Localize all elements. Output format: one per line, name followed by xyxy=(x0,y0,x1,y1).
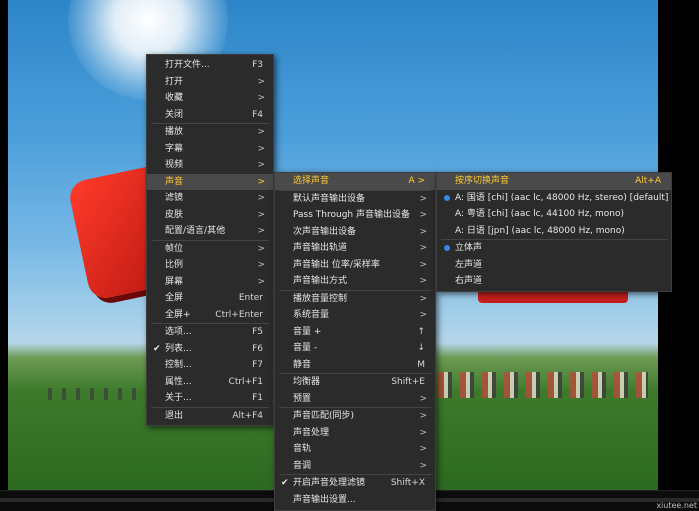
menu-item-output-mode[interactable]: 声音输出方式 > xyxy=(275,273,435,290)
menu-item-favorites[interactable]: 收藏 > xyxy=(147,90,273,107)
menu-item-playback[interactable]: 播放 > xyxy=(147,124,273,141)
menu-item-close[interactable]: 关闭 F4 xyxy=(147,107,273,124)
checkmark-icon: ✔ xyxy=(281,478,289,488)
riders-right xyxy=(438,372,648,398)
menu-item-left-channel[interactable]: 左声道 xyxy=(437,257,671,274)
menu-item-about[interactable]: 关于... F1 xyxy=(147,390,273,407)
menu-item-select-audio[interactable]: 选择声音 A > xyxy=(275,173,435,190)
menu-item-audio[interactable]: 声音 > xyxy=(147,173,273,190)
chevron-right-icon: > xyxy=(419,444,427,454)
chevron-right-icon: > xyxy=(419,243,427,253)
menu-item-open-file[interactable]: 打开文件... F3 xyxy=(147,57,273,74)
chevron-right-icon: > xyxy=(257,276,265,287)
menu-item-volume-down[interactable]: 音量 - ↓ xyxy=(275,340,435,357)
riders-left xyxy=(48,388,158,400)
menu-item-cycle-audio[interactable]: 按序切换声音 Alt+A xyxy=(437,173,671,190)
checkmark-icon: ✔ xyxy=(153,343,161,354)
menu-item-enable-audio-filter[interactable]: ✔ 开启声音处理滤镜 Shift+X xyxy=(275,475,435,492)
menu-item-subtitles[interactable]: 字幕 > xyxy=(147,141,273,158)
main-context-menu: 打开文件... F3 打开 > 收藏 > 关闭 F4 播放 > 字幕 > 视频 > 声音 > 滤… xyxy=(146,54,274,426)
chevron-right-icon: > xyxy=(419,259,427,270)
menu-item-control[interactable]: 控制... F7 xyxy=(147,357,273,374)
select-audio-submenu: 按序切换声音 Alt+A A: 国语 [chi] (aac lc, 48000 H… xyxy=(436,172,672,292)
menu-item-exit[interactable]: 退出 Alt+F4 xyxy=(147,408,273,425)
menu-item-equalizer[interactable]: 均衡器 Shift+E xyxy=(275,374,435,391)
menu-item-audio-track[interactable]: 音轨 > xyxy=(275,441,435,458)
menu-item-video[interactable]: 视频 > xyxy=(147,157,273,174)
menu-item-presets[interactable]: 预置 > xyxy=(275,391,435,408)
menu-item-mute[interactable]: 静音 M xyxy=(275,357,435,374)
menu-item-right-channel[interactable]: 右声道 xyxy=(437,273,671,290)
menu-item-volume-control[interactable]: 播放音量控制 > xyxy=(275,291,435,308)
menu-item-open[interactable]: 打开 > xyxy=(147,74,273,91)
chevron-right-icon: > xyxy=(257,226,265,236)
chevron-right-icon: > xyxy=(257,127,265,137)
menu-item-pitch[interactable]: 音调 > xyxy=(275,458,435,475)
menu-item-options[interactable]: 选项... F5 xyxy=(147,324,273,341)
menu-item-volume-up[interactable]: 音量 + ↑ xyxy=(275,324,435,341)
menu-item-config-language[interactable]: 配置/语言/其他 > xyxy=(147,223,273,240)
menu-item-track-mandarin[interactable]: A: 国语 [chi] (aac lc, 48000 Hz, stereo) [… xyxy=(437,190,671,207)
menu-item-system-volume[interactable]: 系统音量 > xyxy=(275,307,435,324)
chevron-right-icon: > xyxy=(257,76,265,87)
menu-item-audio-processing[interactable]: 声音处理 > xyxy=(275,425,435,442)
chevron-right-icon: > xyxy=(257,176,265,187)
chevron-right-icon: > xyxy=(419,393,427,404)
chevron-right-icon: > xyxy=(419,226,427,237)
chevron-right-icon: > xyxy=(257,93,265,103)
chevron-right-icon: > xyxy=(257,209,265,220)
chevron-right-icon: > xyxy=(419,293,427,304)
watermark: xiutee.net xyxy=(656,501,697,510)
menu-item-track-cantonese[interactable]: A: 粤语 [chi] (aac lc, 44100 Hz, mono) xyxy=(437,206,671,223)
menu-item-track-japanese[interactable]: A: 日语 [jpn] (aac lc, 48000 Hz, mono) xyxy=(437,223,671,240)
menu-item-fullscreen[interactable]: 全屏 Enter xyxy=(147,290,273,307)
chevron-right-icon: > xyxy=(257,193,265,203)
menu-item-default-output-device[interactable]: 默认声音输出设备 > xyxy=(275,191,435,208)
radio-selected-icon xyxy=(444,194,450,201)
menu-item-output-bitrate[interactable]: 声音输出 位率/采样率 > xyxy=(275,257,435,274)
menu-item-stereo[interactable]: 立体声 xyxy=(437,240,671,257)
menu-item-fullscreen-plus[interactable]: 全屏+ Ctrl+Enter xyxy=(147,307,273,324)
chevron-right-icon: > xyxy=(257,143,265,154)
chevron-right-icon: > xyxy=(419,411,427,421)
chevron-right-icon: > xyxy=(419,210,427,220)
radio-selected-icon xyxy=(444,245,450,251)
menu-item-secondary-output-device[interactable]: 次声音输出设备 > xyxy=(275,224,435,241)
chevron-right-icon: > xyxy=(257,160,265,170)
menu-item-audio-output-settings[interactable]: 声音输出设置... xyxy=(275,492,435,509)
menu-item-properties[interactable]: 属性... Ctrl+F1 xyxy=(147,374,273,391)
chevron-right-icon: > xyxy=(257,243,265,254)
audio-submenu: 选择声音 A > 默认声音输出设备 > Pass Through 声音输出设备 > 次… xyxy=(274,172,436,511)
menu-item-aspect-ratio[interactable]: 比例 > xyxy=(147,257,273,274)
menu-item-skins[interactable]: 皮肤 > xyxy=(147,207,273,224)
chevron-right-icon: > xyxy=(257,260,265,270)
chevron-right-icon: > xyxy=(419,310,427,320)
menu-item-audio-sync[interactable]: 声音匹配(同步) > xyxy=(275,408,435,425)
menu-item-pass-through-device[interactable]: Pass Through 声音输出设备 > xyxy=(275,207,435,224)
chevron-right-icon: > xyxy=(419,460,427,471)
menu-item-frame[interactable]: 帧位 > xyxy=(147,241,273,258)
menu-item-filters[interactable]: 滤镜 > xyxy=(147,190,273,207)
chevron-right-icon: > xyxy=(419,276,427,286)
menu-item-playlist[interactable]: ✔ 列表... F6 xyxy=(147,341,273,358)
menu-item-output-track[interactable]: 声音输出轨道 > xyxy=(275,240,435,257)
menu-item-screen[interactable]: 屏幕 > xyxy=(147,274,273,291)
chevron-right-icon: > xyxy=(419,427,427,438)
chevron-right-icon: > xyxy=(419,193,427,204)
